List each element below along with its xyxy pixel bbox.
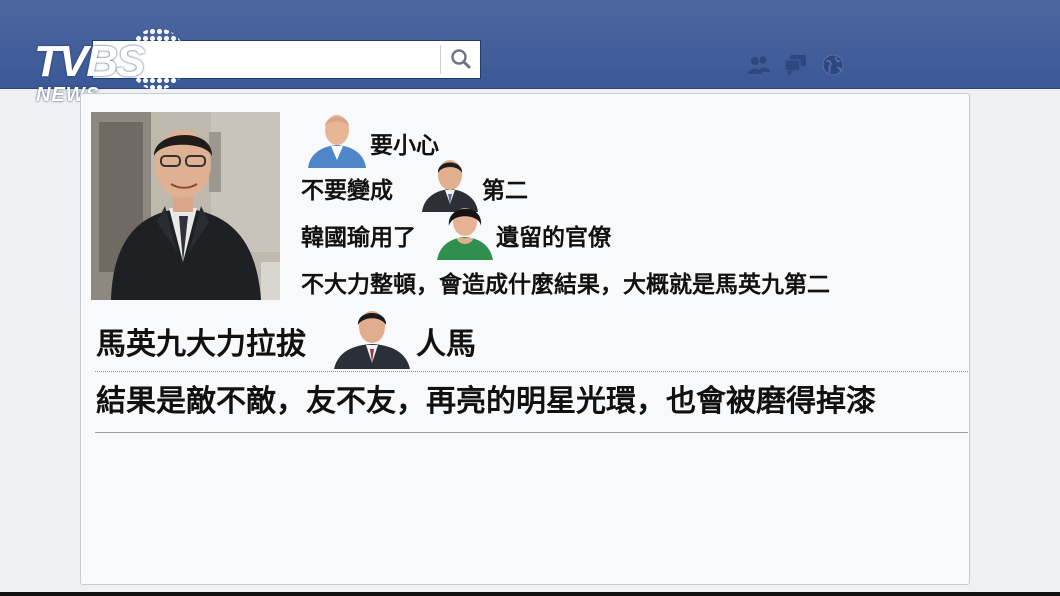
divider-2 [95,432,968,433]
messages-icon[interactable] [783,52,809,78]
line-result-conclusion: 結果是敵不敵，友不友，再亮的明星光環，也會被磨得掉漆 [96,384,876,419]
line-dont-become-left: 不要變成 [301,178,393,204]
line-if-not-reorganize: 不大力整頓，會造成什麼結果，大概就是馬英九第二 [301,272,830,298]
ma-appointee-thumbnail [334,311,410,369]
line-ma-promoted-right: 人馬 [416,327,476,362]
line-han-used-right: 遺留的官僚 [496,225,611,251]
line-han-used-left: 韓國瑜用了 [301,225,416,251]
friends-icon[interactable] [746,52,772,78]
han-kuo-yu-thumbnail [308,115,366,168]
chen-chu-thumbnail [437,208,493,260]
search-icon [451,49,471,69]
divider-1 [95,371,968,372]
line-ma-promoted-left: 馬英九大力拉拔 [96,327,306,362]
search-button[interactable] [443,41,480,78]
screen-bottom-edge [0,592,1060,596]
search-separator [440,45,441,74]
globe-notifications-icon[interactable] [820,52,846,78]
logo-text: TVBS [34,37,145,86]
speaker-photo [91,112,280,300]
